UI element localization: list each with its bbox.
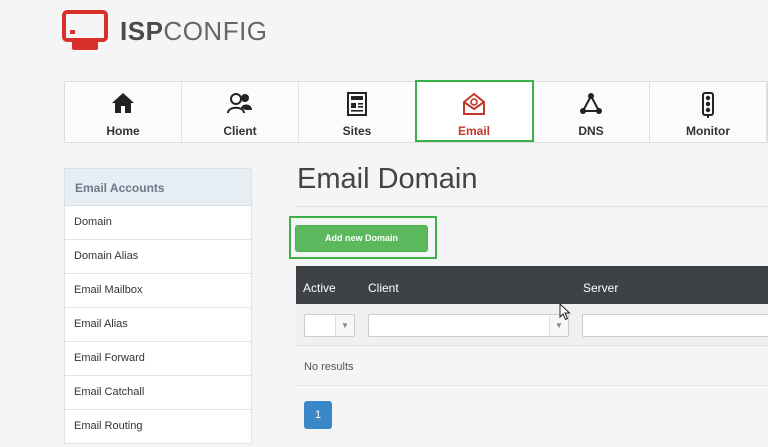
ispconfig-logo[interactable]: ISPCONFIG [62, 10, 267, 52]
nav-item-email[interactable]: Email [416, 82, 533, 142]
nav-item-sites[interactable]: Sites [299, 82, 416, 142]
page-title: Email Domain [297, 163, 478, 195]
sidebar-item-email-routing[interactable]: Email Routing [64, 410, 252, 444]
client-filter-select[interactable]: ▼ [368, 314, 569, 337]
sidebar-item-email-mailbox[interactable]: Email Mailbox [64, 274, 252, 308]
nav-item-label: DNS [578, 124, 604, 138]
dns-icon [580, 93, 602, 114]
active-filter-select[interactable]: ▼ [304, 314, 355, 337]
home-icon [112, 93, 134, 113]
logo-text-bold: ISP [120, 16, 164, 46]
chevron-down-icon: ▼ [335, 315, 354, 336]
column-header-server[interactable]: Server [583, 281, 618, 295]
pagination-page-button[interactable]: 1 [304, 401, 332, 429]
nav-item-label: Monitor [686, 124, 730, 138]
nav-item-label: Email [457, 124, 490, 138]
nav-item-home[interactable]: Home [65, 82, 182, 142]
nav-item-monitor[interactable]: Monitor [650, 82, 767, 142]
no-results-text: No results [304, 361, 354, 373]
monitor-logo-icon [62, 10, 108, 50]
table-header: Active Client Server [296, 266, 768, 304]
column-header-active[interactable]: Active [303, 281, 336, 295]
title-divider [296, 206, 768, 207]
traffic-light-icon [702, 92, 714, 118]
nav-item-label: Client [223, 124, 257, 138]
logo-text-regular: CONFIG [163, 16, 268, 46]
users-icon [227, 93, 252, 114]
sidebar-item-email-forward[interactable]: Email Forward [64, 342, 252, 376]
email-icon [463, 92, 485, 115]
nav-item-label: Home [106, 124, 140, 138]
sites-icon [347, 92, 367, 116]
sidebar-item-email-catchall[interactable]: Email Catchall [64, 376, 252, 410]
nav-item-dns[interactable]: DNS [533, 82, 650, 142]
sidebar-heading: Email Accounts [64, 168, 252, 206]
sidebar-item-domain-alias[interactable]: Domain Alias [64, 240, 252, 274]
nav-item-label: Sites [342, 124, 372, 138]
sidebar-item-email-alias[interactable]: Email Alias [64, 308, 252, 342]
sidebar-item-domain[interactable]: Domain [64, 206, 252, 240]
sidebar: Email Accounts Domain Domain Alias Email… [64, 168, 252, 444]
logo-text: ISPCONFIG [120, 16, 268, 47]
server-filter-select[interactable] [582, 314, 768, 337]
nav-item-client[interactable]: Client [182, 82, 299, 142]
mouse-cursor-icon [559, 303, 571, 321]
results-row: No results [296, 346, 768, 386]
filter-row: ▼ ▼ [296, 304, 768, 346]
top-navigation: Home Client Sites Email DNS Monitor [64, 81, 768, 143]
add-new-domain-button[interactable]: Add new Domain [295, 225, 428, 252]
column-header-client[interactable]: Client [368, 281, 399, 295]
